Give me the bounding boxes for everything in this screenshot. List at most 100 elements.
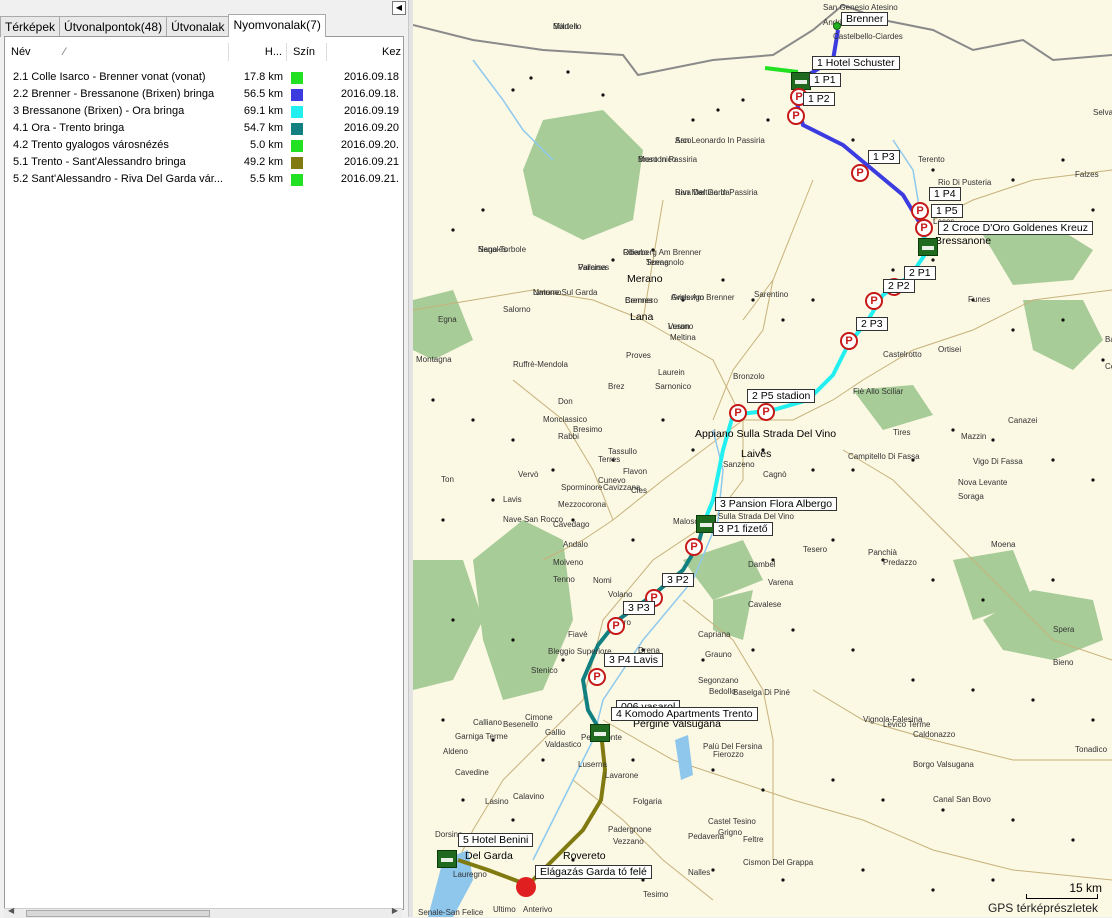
table-row[interactable]: 4.2 Trento gyalogos városnézés 5.0 km 20…: [5, 137, 403, 154]
waypoint-label[interactable]: 5 Hotel Benini: [458, 833, 534, 847]
place-label: Bronzolo: [733, 372, 765, 381]
start-point-icon[interactable]: [833, 22, 841, 30]
column-header-name[interactable]: Név ⁄: [5, 43, 229, 61]
waypoint-label[interactable]: 3 P1 fizető: [713, 522, 773, 536]
waypoint-label[interactable]: Elágazás Garda tó felé: [535, 865, 652, 879]
table-row[interactable]: 5.2 Sant'Alessandro - Riva Del Garda vár…: [5, 171, 403, 188]
parking-icon[interactable]: P: [685, 538, 703, 556]
place-label: Salorno: [503, 305, 531, 314]
column-header-length[interactable]: H...: [229, 43, 287, 61]
tab-routes[interactable]: Útvonalak: [166, 16, 230, 37]
place-label: Nomi: [593, 576, 612, 585]
table-row[interactable]: 4.1 Ora - Trento bringa 54.7 km 2016.09.…: [5, 120, 403, 137]
waypoint-label[interactable]: 1 Hotel Schuster: [812, 56, 900, 70]
place-label: Cagnò: [763, 470, 787, 479]
scrollbar-thumb[interactable]: [26, 910, 210, 917]
waypoint-label[interactable]: 1 P5: [931, 204, 963, 218]
place-label: Nago-Torbole: [478, 245, 527, 254]
column-header-color[interactable]: Szín: [287, 43, 327, 61]
forest-area: [523, 110, 643, 240]
column-header-start[interactable]: Kez: [327, 43, 403, 61]
place-label: Limone Sul Garda: [533, 288, 598, 297]
parking-icon[interactable]: P: [840, 332, 858, 350]
place-label: Borgo Valsugana: [913, 760, 974, 769]
waypoint-label[interactable]: 2 Croce D'Oro Goldenes Kreuz: [938, 221, 1093, 235]
place-label: Lavarone: [605, 771, 639, 780]
table-row[interactable]: 3 Bressanone (Brixen) - Ora bringa 69.1 …: [5, 103, 403, 120]
place-label: Laurein: [658, 368, 685, 377]
waypoint-label[interactable]: Brenner: [841, 12, 889, 26]
tab-waypoints[interactable]: Útvonalpontok(48): [59, 16, 168, 37]
table-row[interactable]: 5.1 Trento - Sant'Alessandro bringa 49.2…: [5, 154, 403, 171]
place-label: Dambel: [748, 560, 776, 569]
table-row[interactable]: 2.2 Brenner - Bressanone (Brixen) bringa…: [5, 86, 403, 103]
place-label: Egna: [438, 315, 457, 324]
place-label: Meltina: [670, 333, 696, 342]
place-label: Brez: [608, 382, 625, 391]
place-label: Sarnonico: [655, 382, 692, 391]
scroll-left-icon[interactable]: ◀: [8, 906, 14, 915]
parking-icon[interactable]: P: [915, 219, 933, 237]
hotel-icon[interactable]: [437, 850, 457, 868]
place-label: Sarentino: [754, 290, 789, 299]
town-label: Del Garda: [465, 850, 513, 862]
waypoint-label[interactable]: 1 P4: [929, 187, 961, 201]
place-label: Vallarsa: [578, 263, 607, 272]
waypoint-label[interactable]: 3 P4 Lavis: [604, 653, 664, 667]
place-label: Stenico: [531, 666, 558, 675]
waypoint-label[interactable]: 2 P3: [856, 317, 888, 331]
parking-icon[interactable]: P: [588, 668, 606, 686]
place-label: Molveno: [553, 558, 584, 567]
parking-icon[interactable]: P: [757, 403, 775, 421]
waypoint-label[interactable]: 1 P1: [809, 73, 841, 87]
parking-icon[interactable]: P: [787, 107, 805, 125]
waypoint-label[interactable]: 3 P2: [662, 573, 694, 587]
table-row[interactable]: 2.1 Colle Isarco - Brenner vonat (vonat)…: [5, 69, 403, 86]
hotel-icon[interactable]: [918, 238, 938, 256]
parking-icon[interactable]: P: [607, 617, 625, 635]
place-label: Terento: [918, 155, 945, 164]
place-label: Moena: [991, 540, 1016, 549]
forest-area: [413, 560, 483, 690]
destination-marker-icon[interactable]: [516, 877, 536, 897]
place-label: Aldeno: [443, 747, 468, 756]
place-label: Lauregno: [453, 870, 487, 879]
tab-tracks[interactable]: Nyomvonalak(7): [228, 14, 326, 37]
waypoint-label[interactable]: 1 P2: [803, 92, 835, 106]
place-label: Volano: [608, 590, 633, 599]
place-label: Castelrotto: [883, 350, 922, 359]
place-label: Sanzeno: [723, 460, 755, 469]
place-label: Falzes: [1075, 170, 1099, 179]
hotel-icon[interactable]: [590, 724, 610, 742]
tab-maps[interactable]: Térképek: [0, 16, 61, 37]
parking-icon[interactable]: P: [729, 404, 747, 422]
parking-icon[interactable]: P: [851, 164, 869, 182]
color-swatch: [291, 89, 303, 101]
waypoint-label[interactable]: 2 P5 stadion: [747, 389, 816, 403]
forest-area: [1023, 300, 1103, 370]
place-label: Corvara In Badia: [1105, 362, 1112, 371]
place-label: Tesero: [803, 545, 828, 554]
collapse-panel-button[interactable]: ◀: [392, 1, 406, 15]
place-label: Ultimo: [493, 905, 516, 914]
waypoint-label[interactable]: 4 Komodo Apartments Trento: [611, 707, 758, 721]
place-label: Riva Del Garda: [675, 188, 730, 197]
waypoint-label[interactable]: 3 Pansion Flora Albergo: [715, 497, 838, 511]
waypoint-label[interactable]: 2 P1: [904, 266, 936, 280]
parking-icon[interactable]: P: [865, 292, 883, 310]
place-label: Sporminore: [561, 483, 603, 492]
waypoint-label[interactable]: 1 P3: [868, 150, 900, 164]
scroll-right-icon[interactable]: ▶: [392, 906, 398, 915]
place-label: Montagna: [416, 355, 452, 364]
place-label: Mazzin: [961, 432, 987, 441]
map-view[interactable]: Sölden Moso In Passiria San Leonardo In Pa…: [413, 0, 1112, 917]
waypoint-label[interactable]: 3 P3: [623, 601, 655, 615]
left-panel: ◀ Térképek Útvonalpontok(48) Útvonalak N…: [0, 0, 408, 918]
place-label: Martello: [553, 22, 582, 31]
waypoint-label[interactable]: 2 P2: [883, 279, 915, 293]
place-label: Campitello Di Fassa: [848, 452, 920, 461]
place-label: Tassullo: [608, 447, 637, 456]
place-label: Spera: [1053, 625, 1075, 634]
parking-icon[interactable]: P: [911, 202, 929, 220]
place-label: Bresimo: [573, 425, 603, 434]
